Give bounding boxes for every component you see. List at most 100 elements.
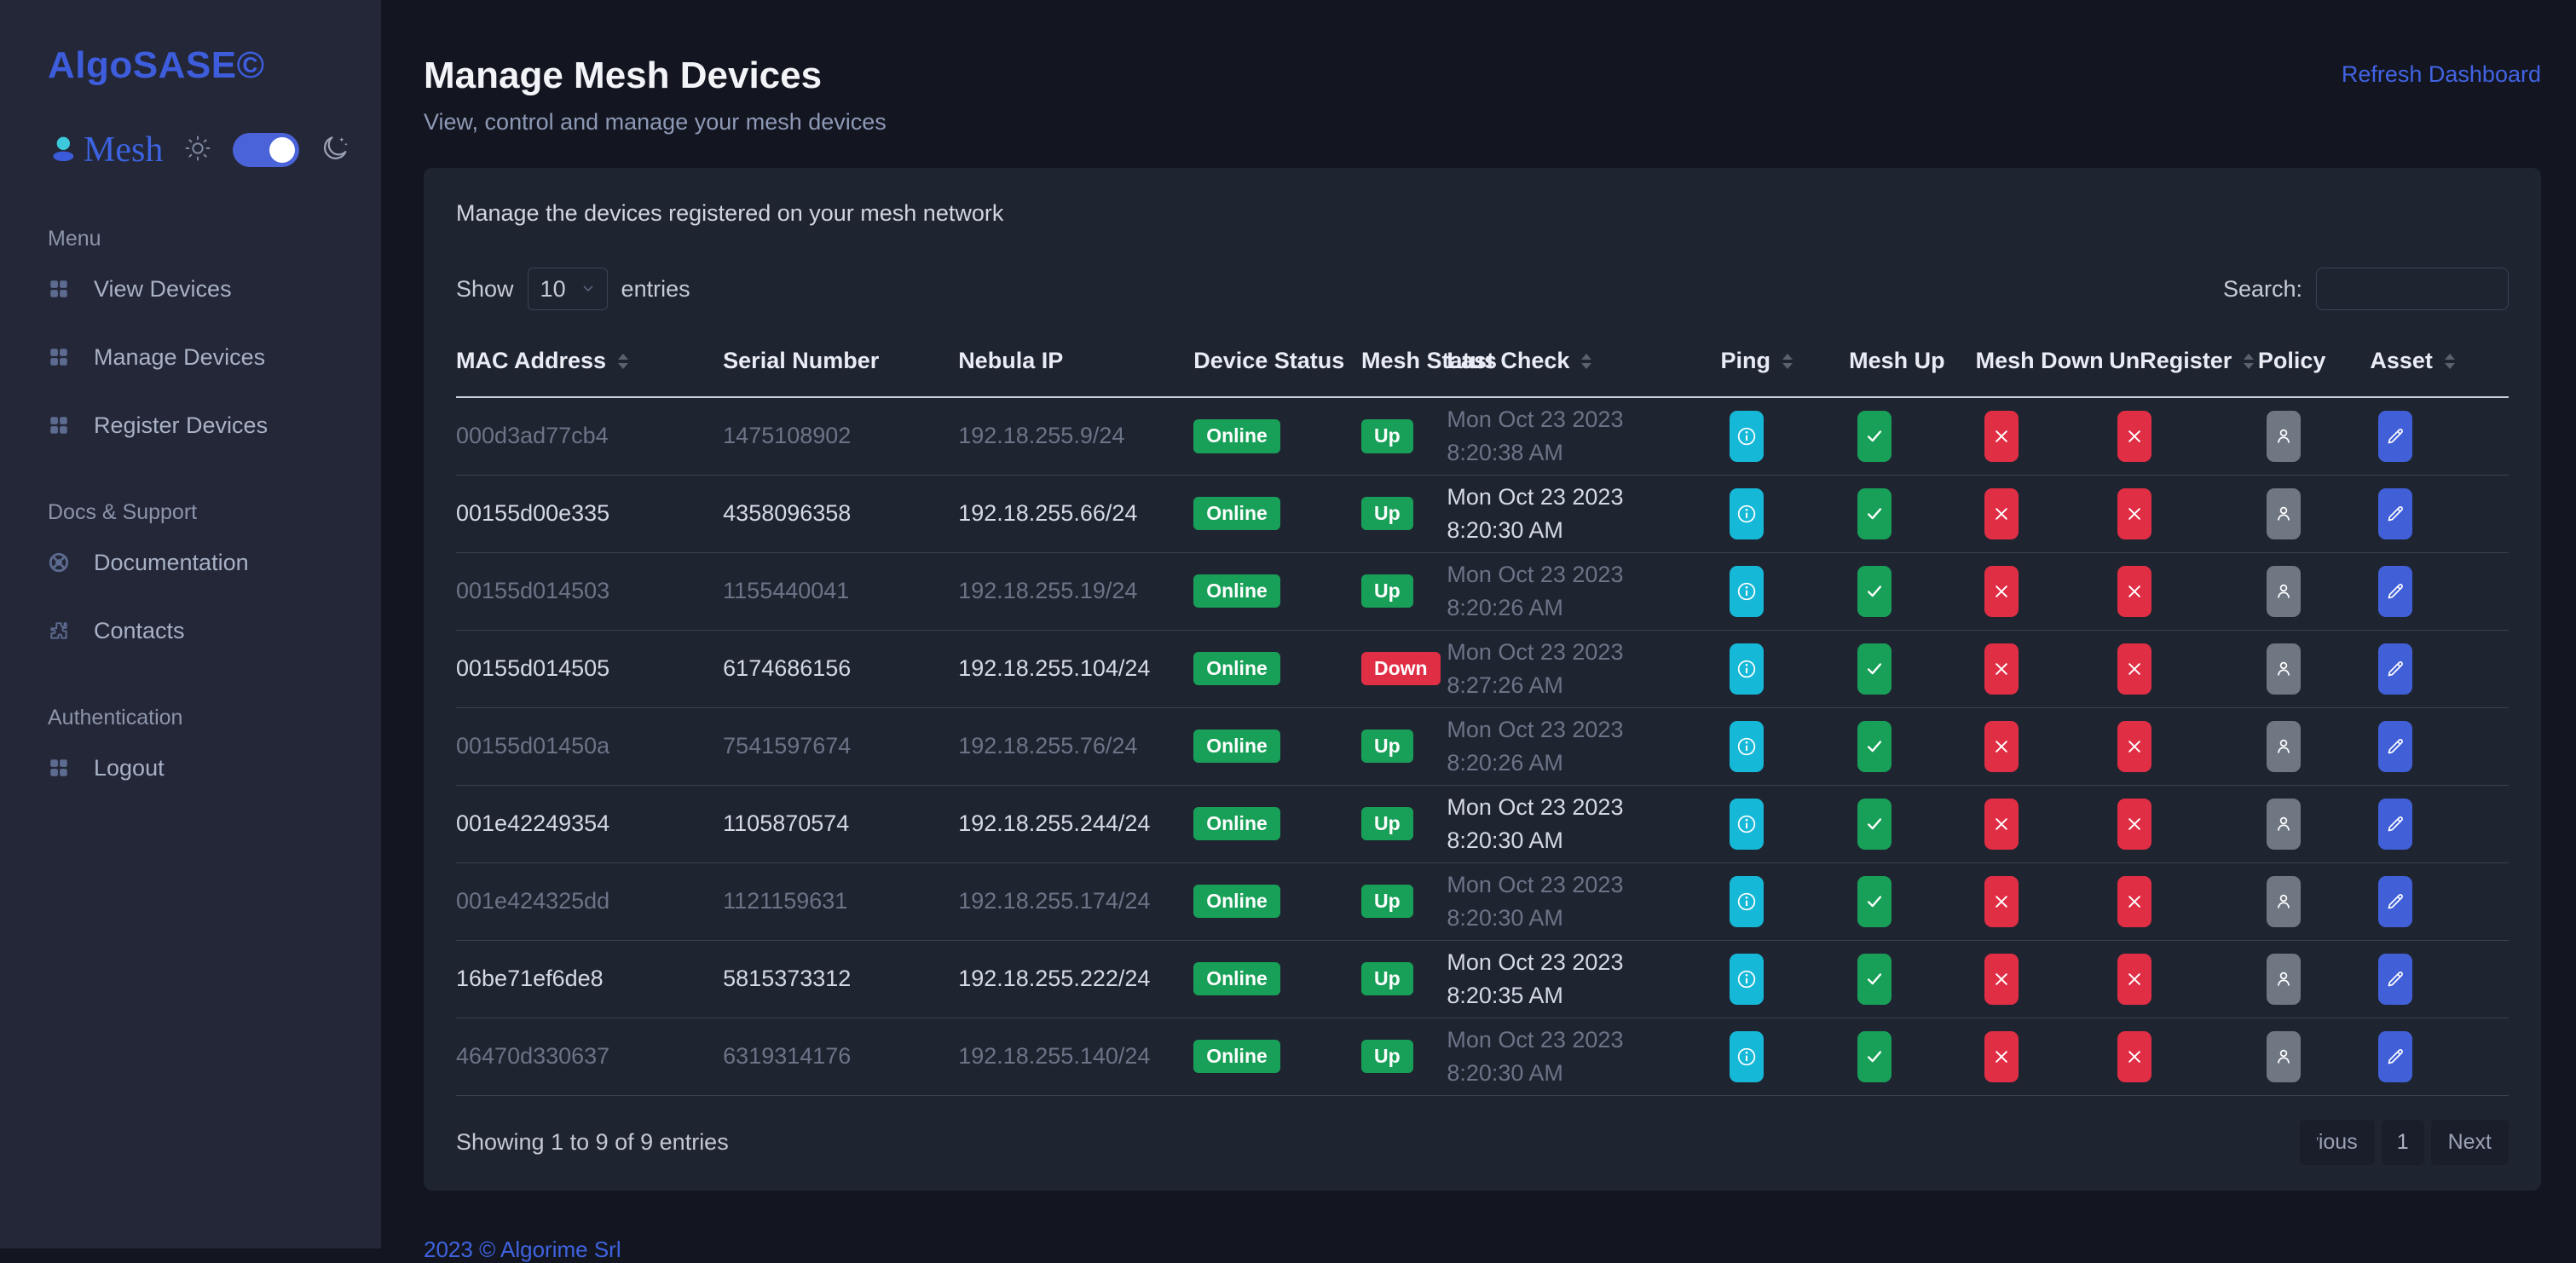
mesh-up-button[interactable]	[1857, 954, 1892, 1005]
mesh-down-cell	[1976, 940, 2110, 1018]
sidebar-item-register-devices[interactable]: Register Devices	[48, 391, 350, 459]
sidebar-item-documentation[interactable]: Documentation	[48, 528, 350, 597]
unregister-button[interactable]	[2117, 954, 2151, 1005]
mesh-up-button[interactable]	[1857, 1031, 1892, 1082]
column-header-last-check[interactable]: Last Check	[1447, 339, 1720, 397]
sidebar-item-manage-devices[interactable]: Manage Devices	[48, 323, 350, 391]
next-page-button[interactable]: Next	[2431, 1120, 2509, 1165]
mesh-up-button[interactable]	[1857, 799, 1892, 850]
column-header-asset[interactable]: Asset	[2370, 339, 2509, 397]
unregister-button[interactable]	[2117, 799, 2151, 850]
policy-button[interactable]	[2267, 799, 2301, 850]
sidebar-item-contacts[interactable]: Contacts	[48, 597, 350, 665]
mesh-down-cell	[1976, 1018, 2110, 1095]
mesh-down-cell	[1976, 785, 2110, 862]
asset-button[interactable]	[2378, 954, 2412, 1005]
pencil-icon	[2385, 426, 2406, 447]
policy-button[interactable]	[2267, 643, 2301, 695]
previous-page-button[interactable]: Previous	[2300, 1120, 2375, 1165]
unregister-button[interactable]	[2117, 566, 2151, 617]
column-header-mac-address[interactable]: MAC Address	[456, 339, 723, 397]
theme-toggle-switch[interactable]	[233, 133, 299, 167]
mesh-down-button[interactable]	[1984, 876, 2019, 927]
asset-button[interactable]	[2378, 1031, 2412, 1082]
policy-button[interactable]	[2267, 488, 2301, 539]
policy-cell	[2258, 1018, 2370, 1095]
table-row: 16be71ef6de8 5815373312 192.18.255.222/2…	[456, 940, 2509, 1018]
policy-button[interactable]	[2267, 411, 2301, 462]
column-header-unregister[interactable]: UnRegister	[2109, 339, 2258, 397]
copyright-link[interactable]: 2023 © Algorime Srl	[424, 1237, 621, 1263]
mesh-up-button[interactable]	[1857, 488, 1892, 539]
mesh-up-button[interactable]	[1857, 876, 1892, 927]
app-window: AlgoSASE© Mesh Menu	[0, 0, 2576, 1249]
page-size-value: 10	[540, 276, 566, 303]
ping-button[interactable]	[1730, 721, 1764, 772]
mesh-up-button[interactable]	[1857, 566, 1892, 617]
mesh-up-button[interactable]	[1857, 411, 1892, 462]
unregister-button[interactable]	[2117, 1031, 2151, 1082]
unregister-button[interactable]	[2117, 411, 2151, 462]
x-icon	[2126, 893, 2143, 910]
mesh-down-button[interactable]	[1984, 566, 2019, 617]
ping-button[interactable]	[1730, 876, 1764, 927]
policy-button[interactable]	[2267, 566, 2301, 617]
ping-button[interactable]	[1730, 1031, 1764, 1082]
asset-cell	[2370, 707, 2509, 785]
refresh-dashboard-link[interactable]: Refresh Dashboard	[2342, 61, 2541, 88]
unregister-button[interactable]	[2117, 643, 2151, 695]
person-icon	[2273, 1047, 2294, 1067]
mesh-down-cell	[1976, 475, 2110, 552]
policy-button[interactable]	[2267, 954, 2301, 1005]
table-row: 00155d014505 6174686156 192.18.255.104/2…	[456, 630, 2509, 707]
x-icon	[1993, 816, 2010, 833]
asset-button[interactable]	[2378, 411, 2412, 462]
sidebar-item-view-devices[interactable]: View Devices	[48, 255, 350, 323]
serial-number-cell: 4358096358	[723, 475, 958, 552]
sidebar-item-logout[interactable]: Logout	[48, 734, 350, 802]
mesh-up-button[interactable]	[1857, 643, 1892, 695]
page-subtitle: View, control and manage your mesh devic…	[424, 109, 2541, 136]
person-icon	[2273, 504, 2294, 524]
policy-button[interactable]	[2267, 1031, 2301, 1082]
check-icon	[1865, 660, 1884, 678]
mesh-up-button[interactable]	[1857, 721, 1892, 772]
column-header-ping[interactable]: Ping	[1721, 339, 1850, 397]
policy-button[interactable]	[2267, 876, 2301, 927]
unregister-button[interactable]	[2117, 876, 2151, 927]
mesh-status-cell: Up	[1361, 785, 1447, 862]
ping-button[interactable]	[1730, 411, 1764, 462]
ping-button[interactable]	[1730, 799, 1764, 850]
asset-button[interactable]	[2378, 799, 2412, 850]
unregister-button[interactable]	[2117, 721, 2151, 772]
asset-button[interactable]	[2378, 721, 2412, 772]
page-number-button[interactable]: 1	[2382, 1120, 2424, 1165]
person-icon	[2273, 581, 2294, 602]
x-icon	[1993, 583, 2010, 600]
ping-button[interactable]	[1730, 643, 1764, 695]
mesh-down-button[interactable]	[1984, 799, 2019, 850]
page-size-select[interactable]: 10	[528, 268, 608, 310]
mesh-down-button[interactable]	[1984, 954, 2019, 1005]
search-input[interactable]	[2316, 268, 2509, 310]
ping-button[interactable]	[1730, 488, 1764, 539]
asset-button[interactable]	[2378, 566, 2412, 617]
asset-button[interactable]	[2378, 876, 2412, 927]
asset-button[interactable]	[2378, 643, 2412, 695]
mesh-down-button[interactable]	[1984, 411, 2019, 462]
column-header-serial-number: Serial Number	[723, 339, 958, 397]
mesh-down-button[interactable]	[1984, 488, 2019, 539]
unregister-button[interactable]	[2117, 488, 2151, 539]
main-content: Manage Mesh Devices Refresh Dashboard Vi…	[381, 0, 2576, 1249]
sidebar-item-label: Manage Devices	[94, 344, 265, 371]
ping-button[interactable]	[1730, 954, 1764, 1005]
nebula-ip-cell: 192.18.255.66/24	[958, 475, 1193, 552]
asset-button[interactable]	[2378, 488, 2412, 539]
table-body: 000d3ad77cb4 1475108902 192.18.255.9/24 …	[456, 397, 2509, 1095]
ping-button[interactable]	[1730, 566, 1764, 617]
sort-arrows-icon	[1581, 354, 1591, 369]
policy-button[interactable]	[2267, 721, 2301, 772]
mesh-down-button[interactable]	[1984, 721, 2019, 772]
mesh-down-button[interactable]	[1984, 1031, 2019, 1082]
mesh-down-button[interactable]	[1984, 643, 2019, 695]
